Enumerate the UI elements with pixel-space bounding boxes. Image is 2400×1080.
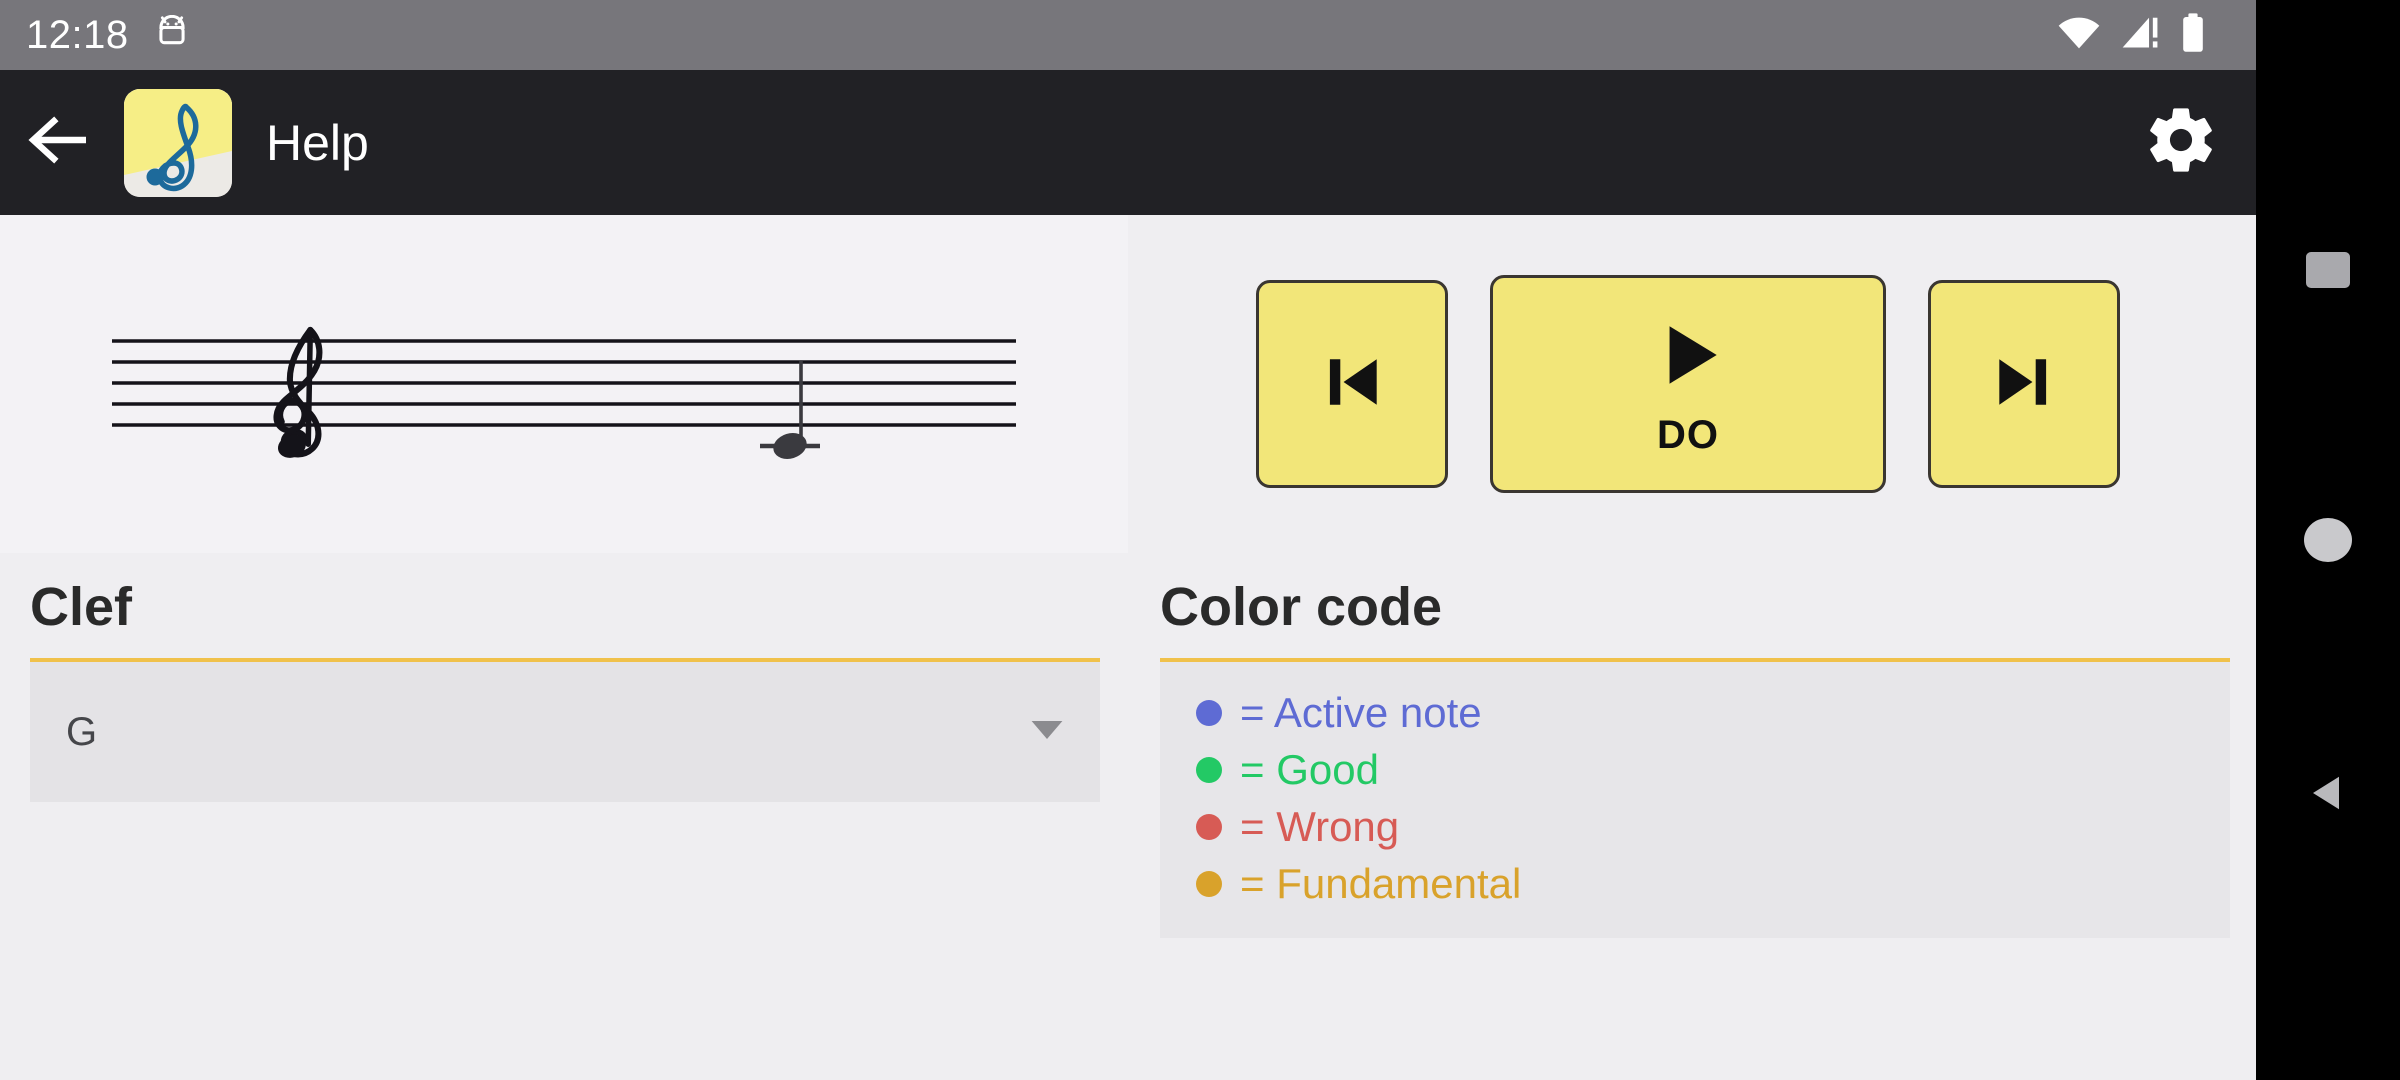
legend-dot-active-note — [1196, 699, 1222, 726]
play-button-label: DO — [1657, 412, 1719, 457]
note-middle-c — [760, 361, 820, 459]
colorcode-section-title: Color code — [1160, 577, 1443, 637]
nav-back-button[interactable] — [2256, 740, 2400, 850]
phone-viewport: 12:18 Help DO Clef G Color code = Active… — [0, 0, 2256, 1080]
clef-selected-value: G — [66, 710, 98, 754]
debug-android-icon — [155, 14, 189, 56]
colorcode-section: Color code = Active note = Good = Wrong — [1160, 580, 2230, 938]
status-bar: 12:18 — [0, 0, 2256, 70]
staff-panel — [0, 215, 1128, 553]
list-item: = Fundamental — [1160, 855, 2230, 912]
back-button[interactable] — [0, 70, 118, 215]
cellular-no-sim-icon — [2120, 15, 2162, 56]
previous-note-button[interactable] — [1256, 280, 1448, 488]
play-icon — [1647, 314, 1729, 401]
legend-label-wrong: = Wrong — [1240, 802, 1400, 850]
app-icon — [124, 88, 232, 197]
circle-home-icon — [2304, 518, 2352, 562]
clef-section-title: Clef — [30, 577, 133, 637]
status-bar-left: 12:18 — [0, 13, 189, 57]
music-staff — [112, 326, 1016, 459]
settings-button[interactable] — [2106, 70, 2256, 215]
clef-section: Clef G — [30, 580, 1100, 802]
app-bar: Help — [0, 70, 2256, 215]
next-note-button[interactable] — [1928, 280, 2120, 488]
clef-select[interactable]: G — [30, 662, 1100, 802]
list-item: = Active note — [1160, 684, 2230, 741]
transport-controls: DO — [1256, 275, 2120, 493]
legend-label-good: = Good — [1240, 745, 1379, 793]
skip-next-icon — [1985, 343, 2063, 426]
legend-label-active-note: = Active note — [1240, 688, 1482, 736]
legend-dot-fundamental — [1196, 870, 1222, 897]
legend-label-fundamental: = Fundamental — [1240, 859, 1522, 907]
battery-icon — [2180, 12, 2206, 58]
nav-home-button[interactable] — [2256, 485, 2400, 595]
note-head — [773, 433, 807, 459]
chevron-down-icon — [1030, 719, 1064, 746]
treble-clef-glyph — [273, 326, 323, 458]
android-nav-bar — [2256, 0, 2400, 1080]
colorcode-list: = Active note = Good = Wrong = Fundament… — [1160, 662, 2230, 938]
status-bar-right — [2056, 12, 2256, 58]
status-clock: 12:18 — [26, 13, 129, 57]
play-button[interactable]: DO — [1490, 275, 1886, 493]
back-arrow-icon — [28, 115, 90, 170]
triangle-back-icon — [2305, 770, 2351, 821]
gear-icon — [2143, 102, 2219, 183]
page-title: Help — [266, 114, 369, 171]
list-item: = Wrong — [1160, 798, 2230, 855]
wifi-icon — [2056, 15, 2102, 56]
list-item: = Good — [1160, 741, 2230, 798]
screen: 12:18 Help DO Clef G Color code = Active… — [0, 0, 2400, 1080]
staff-lines — [112, 339, 1016, 427]
skip-previous-icon — [1313, 343, 1391, 426]
legend-dot-good — [1196, 756, 1222, 783]
legend-dot-wrong — [1196, 813, 1222, 840]
nav-recents-button[interactable] — [2256, 215, 2400, 325]
square-recents-icon — [2306, 252, 2350, 288]
